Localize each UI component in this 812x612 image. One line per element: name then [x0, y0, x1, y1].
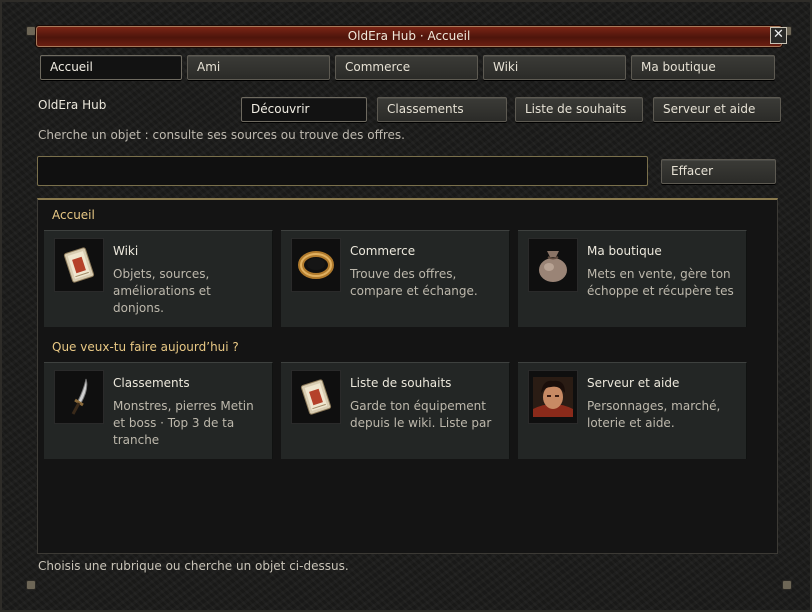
card-wiki[interactable]: Wiki Objets, sources, améliorations et d… — [44, 230, 273, 327]
window-corner-ornament — [26, 580, 36, 590]
card-title: Classements — [113, 376, 190, 390]
card-description: Mets en vente, gère ton échoppe et récup… — [587, 267, 734, 298]
card-description: Objets, sources, améliorations et donjon… — [113, 267, 211, 315]
clear-button[interactable]: Effacer — [661, 159, 776, 184]
subtab-classements[interactable]: Classements — [377, 97, 507, 122]
subtab-decouvrir[interactable]: Découvrir — [241, 97, 367, 122]
card-title: Wiki — [113, 244, 139, 258]
window-corner-ornament — [26, 26, 36, 36]
card-title: Liste de souhaits — [350, 376, 452, 390]
ring-icon — [291, 238, 341, 292]
book-icon — [54, 238, 104, 292]
subtab-liste-de-souhaits[interactable]: Liste de souhaits — [515, 97, 643, 122]
section-title-accueil: Accueil — [52, 208, 95, 222]
card-description: Personnages, marché, loterie et aide. — [587, 399, 721, 430]
book-icon — [291, 370, 341, 424]
content-panel: Accueil Wiki Objets, sources, améliorati… — [37, 198, 778, 554]
subtab-serveur-et-aide[interactable]: Serveur et aide — [653, 97, 781, 122]
card-classements[interactable]: Classements Monstres, pierres Metin et b… — [44, 362, 273, 459]
card-title: Commerce — [350, 244, 416, 258]
search-input[interactable] — [37, 156, 648, 186]
section-title-que-veux-tu-faire: Que veux-tu faire aujourd’hui ? — [52, 340, 239, 354]
card-ma-boutique[interactable]: Ma boutique Mets en vente, gère ton écho… — [518, 230, 747, 327]
bag-icon — [528, 238, 578, 292]
portrait-icon — [528, 370, 578, 424]
hub-label: OldEra Hub — [38, 98, 107, 112]
card-commerce[interactable]: Commerce Trouve des offres, compare et é… — [281, 230, 510, 327]
card-title: Ma boutique — [587, 244, 662, 258]
card-description: Garde ton équipement depuis le wiki. Lis… — [350, 399, 492, 430]
tab-wiki[interactable]: Wiki — [483, 55, 626, 80]
sword-icon — [54, 370, 104, 424]
card-title: Serveur et aide — [587, 376, 680, 390]
tab-ami[interactable]: Ami — [187, 55, 330, 80]
card-serveur-et-aide[interactable]: Serveur et aide Personnages, marché, lot… — [518, 362, 747, 459]
tab-accueil[interactable]: Accueil — [40, 55, 182, 80]
search-hint: Cherche un objet : consulte ses sources … — [38, 128, 405, 142]
window-corner-ornament — [782, 580, 792, 590]
tab-ma-boutique[interactable]: Ma boutique — [631, 55, 775, 80]
card-description: Trouve des offres, compare et échange. — [350, 267, 478, 298]
window-title: OldEra Hub · Accueil — [347, 29, 471, 43]
footer-hint: Choisis une rubrique ou cherche un objet… — [38, 559, 349, 573]
close-button[interactable]: ✕ — [770, 27, 787, 44]
card-description: Monstres, pierres Metin et boss · Top 3 … — [113, 399, 254, 447]
hub-window: OldEra Hub · Accueil ✕ Accueil Ami Comme… — [0, 0, 812, 612]
card-liste-de-souhaits[interactable]: Liste de souhaits Garde ton équipement d… — [281, 362, 510, 459]
title-bar[interactable]: OldEra Hub · Accueil — [36, 26, 782, 47]
tab-commerce[interactable]: Commerce — [335, 55, 478, 80]
